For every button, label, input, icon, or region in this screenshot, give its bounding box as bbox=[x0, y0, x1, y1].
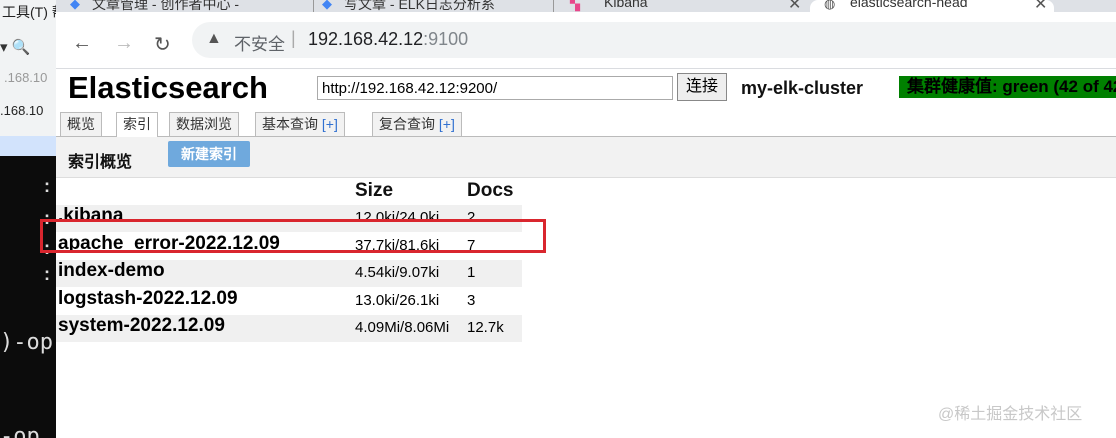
terminal-panel: : : : : )-op -op bbox=[0, 156, 56, 438]
index-name: index-demo bbox=[58, 260, 165, 281]
forward-icon[interactable]: → bbox=[114, 32, 134, 55]
browser-tab[interactable]: ◆ 写文章 - ELK日志分析系 bbox=[318, 0, 554, 12]
index-docs: 3 bbox=[467, 292, 476, 309]
omnibox[interactable]: ▲ 不安全 | 192.168.42.12:9100 bbox=[192, 22, 1116, 58]
ip-fragment: .168.10 bbox=[4, 70, 48, 85]
terminal-line: )-op bbox=[0, 330, 53, 355]
index-docs: 1 bbox=[467, 264, 476, 281]
url-text[interactable]: 192.168.42.12:9100 bbox=[308, 29, 468, 50]
terminal-line: -op bbox=[0, 424, 40, 438]
browser-tab[interactable]: ▚ Kibana ✕ bbox=[566, 0, 808, 12]
index-name: logstash-2022.12.09 bbox=[58, 288, 238, 309]
tab-indices[interactable]: 索引 bbox=[116, 112, 158, 137]
table-row[interactable]: index-demo 4.54ki/9.07ki 1 bbox=[56, 260, 522, 287]
selected-strip bbox=[0, 136, 56, 156]
csdn-icon: ◆ bbox=[322, 0, 332, 11]
kibana-icon: ▚ bbox=[570, 0, 580, 11]
warning-icon[interactable]: ▲ bbox=[206, 30, 222, 48]
index-docs: 12.7k bbox=[467, 319, 504, 336]
connect-url-input[interactable]: http://192.168.42.12:9200/ bbox=[317, 76, 673, 100]
head-tabs: 概览 索引 数据浏览 基本查询 [+] 复合查询 [+] bbox=[56, 110, 1116, 137]
tab-basic-query[interactable]: 基本查询 [+] bbox=[255, 112, 345, 136]
cluster-name: my-elk-cluster bbox=[741, 78, 864, 98]
watermark: @稀土掘金技术社区 bbox=[938, 406, 1083, 423]
csdn-icon: ◆ bbox=[70, 0, 80, 11]
tab-compound-query[interactable]: 复合查询 [+] bbox=[372, 112, 462, 136]
back-icon[interactable]: ← bbox=[72, 32, 92, 55]
highlight-box bbox=[40, 219, 546, 253]
tab-browser[interactable]: 数据浏览 bbox=[169, 112, 239, 136]
column-header-size: Size bbox=[355, 180, 394, 201]
index-toolbar: 索引概览 新建索引 bbox=[56, 137, 1116, 178]
browser-tab[interactable]: ◆ 文章管理 - 创作者中心 - bbox=[66, 0, 314, 12]
table-row[interactable]: system-2022.12.09 4.09Mi/8.06Mi 12.7k bbox=[56, 315, 522, 342]
address-bar: ← → ↻ ▲ 不安全 | 192.168.42.12:9100 bbox=[56, 12, 1116, 69]
head-page: Elasticsearch http://192.168.42.12:9200/… bbox=[40, 68, 1116, 438]
terminal-colon: : bbox=[44, 264, 50, 284]
reload-icon[interactable]: ↻ bbox=[154, 32, 171, 57]
index-size: 4.54ki/9.07ki bbox=[355, 264, 440, 281]
column-header-docs: Docs bbox=[467, 180, 514, 201]
browser-tab-bar: ◆ 文章管理 - 创作者中心 - ◆ 写文章 - ELK日志分析系 ▚ Kiba… bbox=[56, 0, 1116, 12]
security-label[interactable]: 不安全 bbox=[234, 30, 285, 55]
index-size: 13.0ki/26.1ki bbox=[355, 292, 440, 309]
menu-text: 工具(T) 帮助 bbox=[2, 4, 56, 20]
brand-title: Elasticsearch bbox=[68, 70, 268, 105]
browser-tab-active[interactable]: ◍ elasticsearch-head ✕ bbox=[810, 0, 1054, 12]
index-name: system-2022.12.09 bbox=[58, 315, 225, 336]
close-icon[interactable]: ✕ bbox=[1034, 0, 1047, 12]
terminal-colon: : bbox=[44, 176, 50, 196]
new-index-button[interactable]: 新建索引 bbox=[168, 141, 250, 167]
connect-button[interactable]: 连接 bbox=[677, 73, 727, 101]
table-row[interactable]: logstash-2022.12.09 13.0ki/26.1ki 3 bbox=[56, 288, 522, 315]
ip-fragment: .168.10 bbox=[0, 103, 44, 118]
dropdown-icon: ▾ 🔍 bbox=[0, 39, 31, 56]
tab-overview[interactable]: 概览 bbox=[60, 112, 102, 136]
cluster-health-badge: 集群健康值: green (42 of 42) bbox=[899, 76, 1116, 98]
globe-icon: ◍ bbox=[824, 0, 836, 11]
close-icon[interactable]: ✕ bbox=[788, 0, 801, 12]
section-title: 索引概览 bbox=[68, 154, 133, 171]
index-size: 4.09Mi/8.06Mi bbox=[355, 319, 450, 336]
